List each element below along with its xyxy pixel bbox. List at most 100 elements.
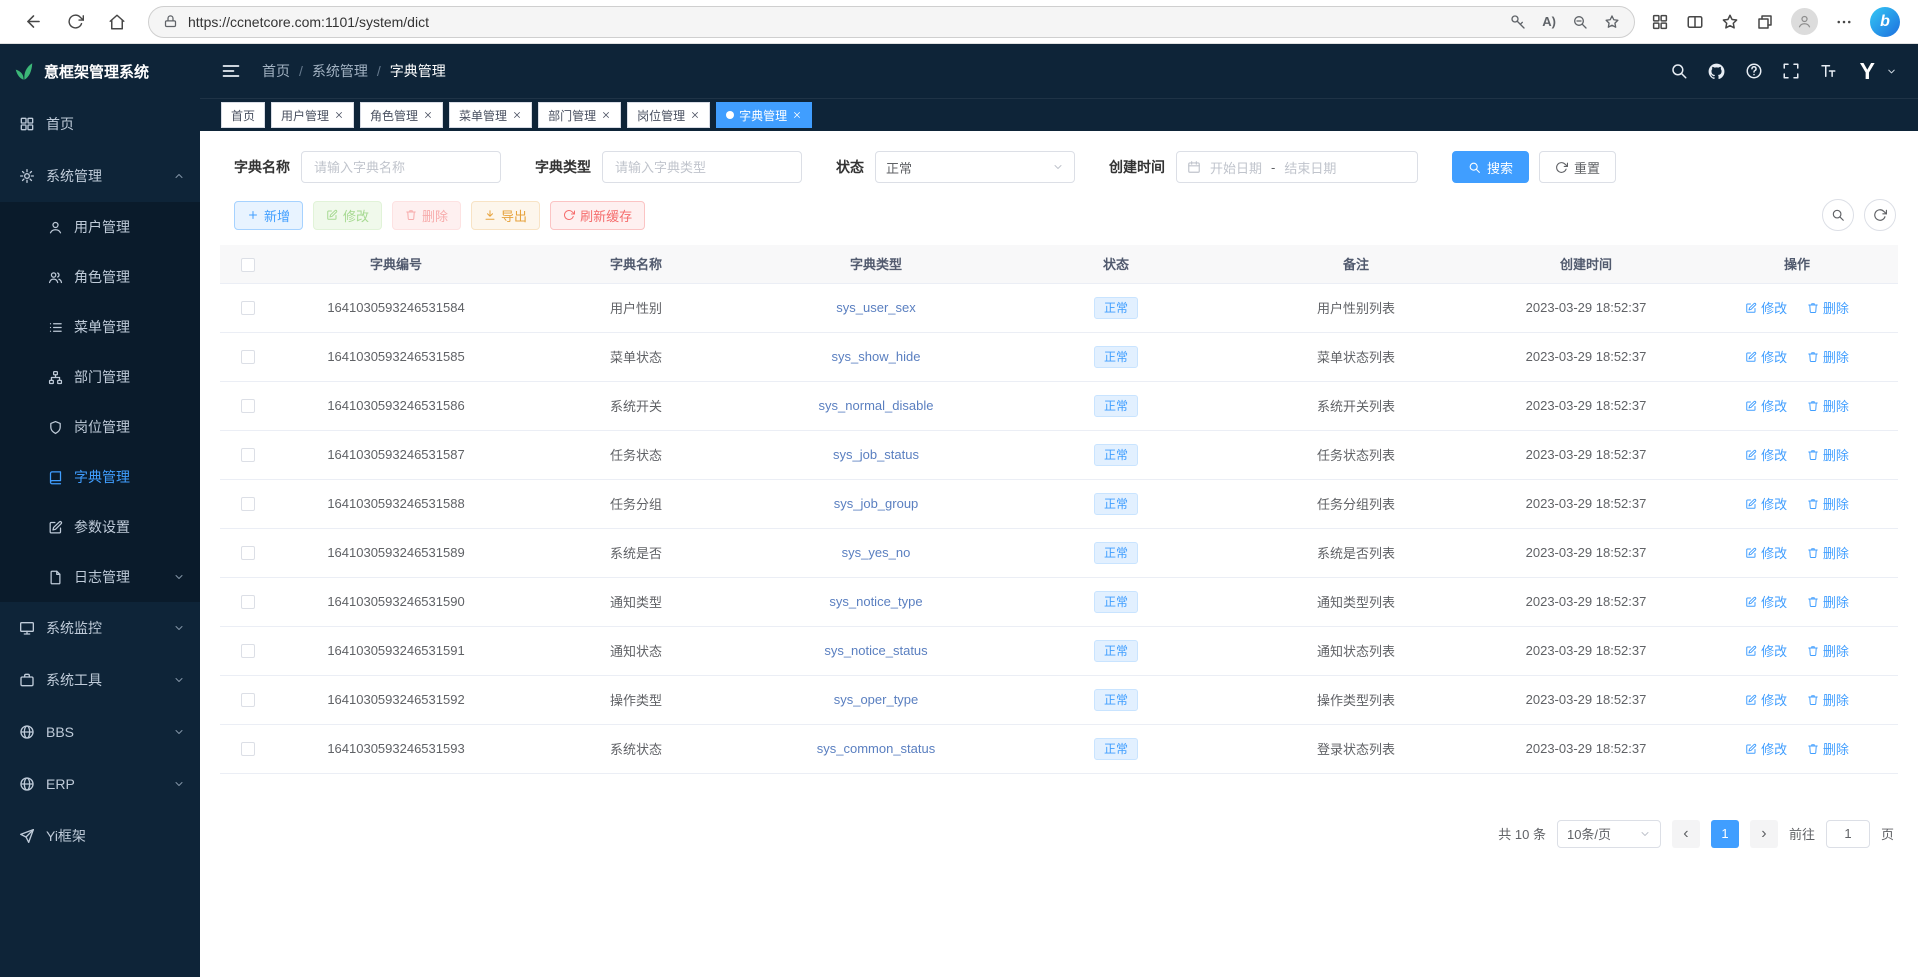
sidebar-item-dept-mgmt[interactable]: 部门管理 bbox=[0, 352, 200, 402]
row-checkbox[interactable] bbox=[241, 448, 255, 462]
row-delete-link[interactable]: 删除 bbox=[1807, 347, 1849, 366]
fullscreen-icon[interactable] bbox=[1782, 62, 1800, 80]
sidebar-item-system-mgmt[interactable]: 系统管理 bbox=[0, 150, 200, 202]
sidebar-item-user-mgmt[interactable]: 用户管理 bbox=[0, 202, 200, 252]
row-edit-link[interactable]: 修改 bbox=[1745, 347, 1787, 366]
close-icon[interactable] bbox=[512, 110, 522, 120]
row-checkbox[interactable] bbox=[241, 399, 255, 413]
select-all-checkbox[interactable] bbox=[241, 258, 255, 272]
collapse-sidebar-icon[interactable] bbox=[221, 61, 241, 81]
font-size-icon[interactable] bbox=[1819, 62, 1837, 80]
next-page-button[interactable]: › bbox=[1750, 820, 1778, 848]
tab-home[interactable]: 首页 bbox=[221, 102, 265, 128]
dict-type-link[interactable]: sys_yes_no bbox=[842, 545, 911, 560]
favorite-star-icon[interactable] bbox=[1604, 14, 1620, 30]
row-checkbox[interactable] bbox=[241, 350, 255, 364]
bing-chat-icon[interactable]: b bbox=[1870, 7, 1900, 37]
dict-type-link[interactable]: sys_job_group bbox=[834, 496, 919, 511]
row-delete-link[interactable]: 删除 bbox=[1807, 641, 1849, 660]
tab-user-mgmt[interactable]: 用户管理 bbox=[271, 102, 354, 128]
row-checkbox[interactable] bbox=[241, 546, 255, 560]
row-edit-link[interactable]: 修改 bbox=[1745, 690, 1787, 709]
browser-refresh-button[interactable] bbox=[56, 4, 94, 40]
sidebar-item-monitor[interactable]: 系统监控 bbox=[0, 602, 200, 654]
row-delete-link[interactable]: 删除 bbox=[1807, 396, 1849, 415]
sidebar-item-log-mgmt[interactable]: 日志管理 bbox=[0, 552, 200, 602]
row-edit-link[interactable]: 修改 bbox=[1745, 298, 1787, 317]
sidebar-item-menu-mgmt[interactable]: 菜单管理 bbox=[0, 302, 200, 352]
password-key-icon[interactable] bbox=[1510, 14, 1526, 30]
dict-name-input[interactable] bbox=[301, 151, 501, 183]
search-button[interactable]: 搜索 bbox=[1452, 151, 1529, 183]
read-aloud-icon[interactable]: A) bbox=[1542, 14, 1556, 29]
breadcrumb-system[interactable]: 系统管理 bbox=[312, 61, 368, 81]
status-select[interactable]: 正常 bbox=[875, 151, 1075, 183]
dict-type-link[interactable]: sys_notice_type bbox=[829, 594, 922, 609]
export-button[interactable]: 导出 bbox=[471, 201, 540, 230]
row-checkbox[interactable] bbox=[241, 301, 255, 315]
toggle-search-button[interactable] bbox=[1822, 199, 1854, 231]
dict-type-link[interactable]: sys_oper_type bbox=[834, 692, 919, 707]
dict-type-input[interactable] bbox=[602, 151, 802, 183]
row-delete-link[interactable]: 删除 bbox=[1807, 739, 1849, 758]
delete-button[interactable]: 删除 bbox=[392, 201, 461, 230]
breadcrumb-home[interactable]: 首页 bbox=[262, 61, 290, 81]
row-checkbox[interactable] bbox=[241, 595, 255, 609]
row-delete-link[interactable]: 删除 bbox=[1807, 592, 1849, 611]
zoom-out-icon[interactable] bbox=[1572, 14, 1588, 30]
dict-type-link[interactable]: sys_normal_disable bbox=[819, 398, 934, 413]
tab-post-mgmt[interactable]: 岗位管理 bbox=[627, 102, 710, 128]
row-edit-link[interactable]: 修改 bbox=[1745, 739, 1787, 758]
row-edit-link[interactable]: 修改 bbox=[1745, 641, 1787, 660]
goto-page-input[interactable] bbox=[1826, 820, 1870, 848]
help-icon[interactable] bbox=[1745, 62, 1763, 80]
prev-page-button[interactable]: ‹ bbox=[1672, 820, 1700, 848]
more-menu-icon[interactable] bbox=[1835, 13, 1853, 31]
close-icon[interactable] bbox=[601, 110, 611, 120]
edit-button[interactable]: 修改 bbox=[313, 201, 382, 230]
dict-type-link[interactable]: sys_common_status bbox=[817, 741, 936, 756]
close-icon[interactable] bbox=[792, 110, 802, 120]
address-bar[interactable]: https://ccnetcore.com:1101/system/dict A… bbox=[148, 6, 1635, 38]
split-screen-icon[interactable] bbox=[1686, 13, 1704, 31]
page-1-button[interactable]: 1 bbox=[1711, 820, 1739, 848]
tab-role-mgmt[interactable]: 角色管理 bbox=[360, 102, 443, 128]
chevron-down-icon[interactable] bbox=[1886, 66, 1897, 77]
sidebar-item-dict-mgmt[interactable]: 字典管理 bbox=[0, 452, 200, 502]
sidebar-item-param-settings[interactable]: 参数设置 bbox=[0, 502, 200, 552]
row-delete-link[interactable]: 删除 bbox=[1807, 690, 1849, 709]
close-icon[interactable] bbox=[690, 110, 700, 120]
row-delete-link[interactable]: 删除 bbox=[1807, 298, 1849, 317]
refresh-cache-button[interactable]: 刷新缓存 bbox=[550, 201, 645, 230]
add-button[interactable]: 新增 bbox=[234, 201, 303, 230]
row-delete-link[interactable]: 删除 bbox=[1807, 494, 1849, 513]
collections-icon[interactable] bbox=[1756, 13, 1774, 31]
search-icon[interactable] bbox=[1670, 62, 1688, 80]
row-checkbox[interactable] bbox=[241, 742, 255, 756]
dict-type-link[interactable]: sys_show_hide bbox=[832, 349, 921, 364]
tab-dept-mgmt[interactable]: 部门管理 bbox=[538, 102, 621, 128]
refresh-table-button[interactable] bbox=[1864, 199, 1896, 231]
tab-menu-mgmt[interactable]: 菜单管理 bbox=[449, 102, 532, 128]
row-edit-link[interactable]: 修改 bbox=[1745, 592, 1787, 611]
close-icon[interactable] bbox=[423, 110, 433, 120]
browser-home-button[interactable] bbox=[98, 4, 136, 40]
browser-back-button[interactable] bbox=[14, 4, 52, 40]
row-edit-link[interactable]: 修改 bbox=[1745, 543, 1787, 562]
sidebar-item-bbs[interactable]: BBS bbox=[0, 706, 200, 758]
row-edit-link[interactable]: 修改 bbox=[1745, 396, 1787, 415]
row-delete-link[interactable]: 删除 bbox=[1807, 445, 1849, 464]
user-avatar-logo[interactable]: Y bbox=[1860, 58, 1875, 85]
sidebar-item-tools[interactable]: 系统工具 bbox=[0, 654, 200, 706]
row-delete-link[interactable]: 删除 bbox=[1807, 543, 1849, 562]
date-range-picker[interactable]: 开始日期 - 结束日期 bbox=[1176, 151, 1418, 183]
dict-type-link[interactable]: sys_notice_status bbox=[824, 643, 927, 658]
row-checkbox[interactable] bbox=[241, 693, 255, 707]
page-size-select[interactable]: 10条/页 bbox=[1557, 820, 1661, 848]
sidebar-item-home[interactable]: 首页 bbox=[0, 98, 200, 150]
row-edit-link[interactable]: 修改 bbox=[1745, 445, 1787, 464]
tab-dict-mgmt[interactable]: 字典管理 bbox=[716, 102, 812, 128]
row-checkbox[interactable] bbox=[241, 644, 255, 658]
favorites-bar-icon[interactable] bbox=[1721, 13, 1739, 31]
row-edit-link[interactable]: 修改 bbox=[1745, 494, 1787, 513]
